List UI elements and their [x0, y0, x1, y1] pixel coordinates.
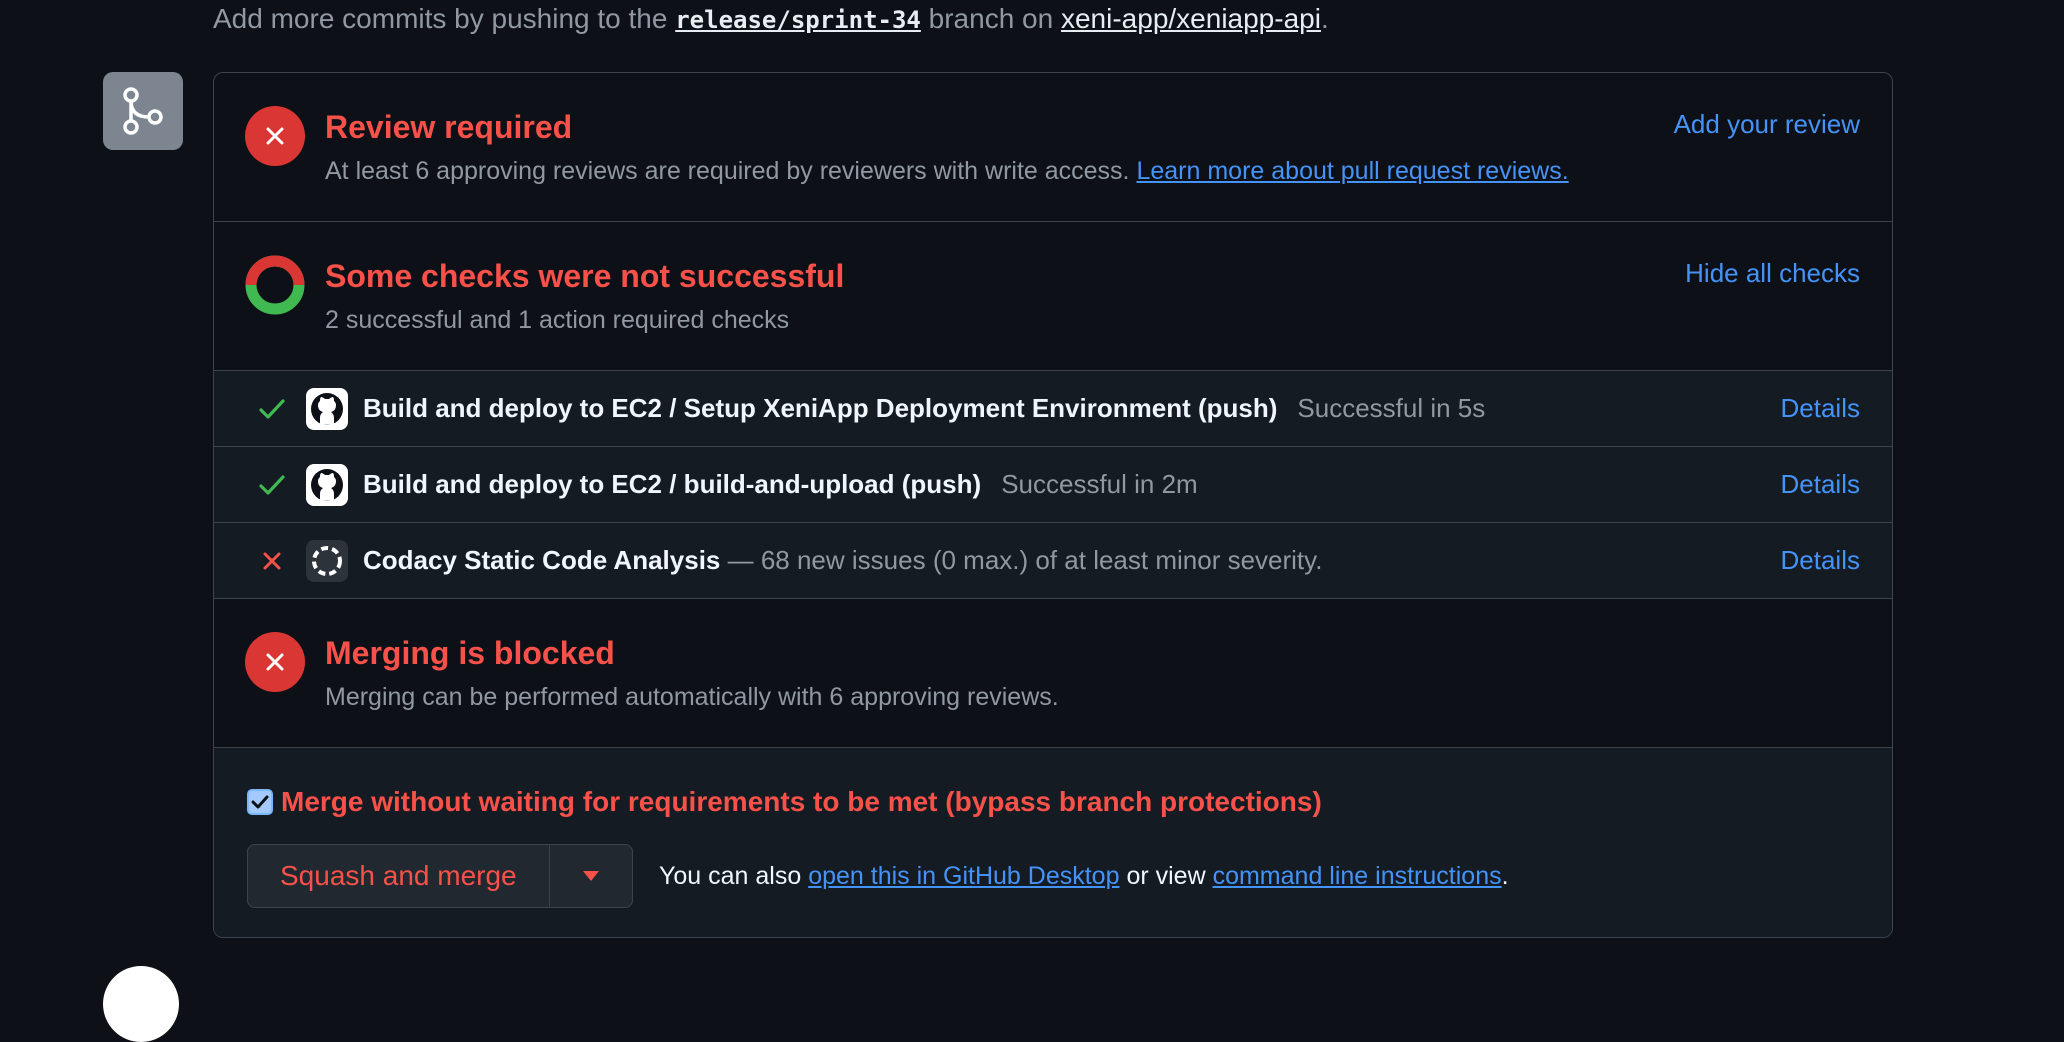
x-circle-icon: [245, 632, 305, 692]
open-in-desktop-link[interactable]: open this in GitHub Desktop: [808, 862, 1119, 890]
bypass-option[interactable]: Merge without waiting for requirements t…: [247, 786, 1322, 818]
merge-hint: You can also open this in GitHub Desktop…: [659, 862, 1509, 891]
push-hint-suffix: .: [1320, 3, 1329, 34]
merge-hint-middle: or view: [1126, 862, 1206, 890]
check-row: Build and deploy to EC2 / build-and-uplo…: [214, 447, 1892, 523]
github-logo-icon: [306, 388, 348, 430]
donut-status-icon: [245, 255, 305, 315]
merging-blocked-section: Merging is blocked Merging can be perfor…: [214, 599, 1892, 748]
learn-more-reviews-link[interactable]: Learn more about pull request reviews.: [1136, 157, 1568, 185]
check-row: Codacy Static Code Analysis — 68 new iss…: [214, 523, 1892, 599]
check-details-link[interactable]: Details: [1781, 469, 1860, 500]
review-required-title: Review required: [325, 109, 573, 145]
merge-hint-suffix: .: [1501, 862, 1509, 890]
github-logo-icon: [306, 464, 348, 506]
merging-blocked-description: Merging can be performed automatically w…: [325, 683, 1059, 711]
check-details-link[interactable]: Details: [1781, 545, 1860, 576]
check-name: Codacy Static Code Analysis — 68 new iss…: [363, 545, 1322, 576]
merge-method-dropdown[interactable]: [550, 845, 632, 907]
review-required-section: Review required At least 6 approving rev…: [214, 73, 1892, 222]
checks-summary: 2 successful and 1 action required check…: [325, 306, 790, 334]
check-icon: [258, 471, 286, 499]
codacy-logo-icon: [306, 540, 348, 582]
check-status-text: Successful in 5s: [1297, 393, 1486, 423]
check-title: Build and deploy to EC2 / build-and-uplo…: [363, 469, 982, 499]
merge-hint-prefix: You can also: [659, 862, 802, 890]
review-description-text: At least 6 approving reviews are require…: [325, 157, 1130, 185]
checks-title: Some checks were not successful: [325, 258, 845, 294]
check-row: Build and deploy to EC2 / Setup XeniApp …: [214, 371, 1892, 447]
checks-section: Some checks were not successful 2 succes…: [214, 222, 1892, 371]
avatar[interactable]: [103, 966, 179, 1042]
command-line-instructions-link[interactable]: command line instructions: [1213, 862, 1502, 890]
merge-box: Review required At least 6 approving rev…: [213, 72, 1893, 938]
check-icon: [258, 395, 286, 423]
git-merge-icon: [103, 72, 183, 150]
hide-all-checks-link[interactable]: Hide all checks: [1685, 258, 1860, 289]
repo-link[interactable]: xeni-app/xeniapp-api: [1061, 3, 1321, 34]
check-status-text: Successful in 2m: [1001, 469, 1198, 499]
add-your-review-link[interactable]: Add your review: [1674, 109, 1860, 140]
push-hint: Add more commits by pushing to the relea…: [213, 0, 1329, 38]
bypass-label[interactable]: Merge without waiting for requirements t…: [281, 786, 1322, 818]
check-status-text: — 68 new issues (0 max.) of at least min…: [727, 545, 1323, 575]
bypass-checkbox[interactable]: [247, 789, 273, 815]
push-hint-prefix: Add more commits by pushing to the: [213, 3, 668, 34]
merge-controls: Merge without waiting for requirements t…: [214, 748, 1892, 937]
merging-blocked-title: Merging is blocked: [325, 635, 615, 671]
x-circle-icon: [245, 106, 305, 166]
x-icon: [258, 547, 286, 575]
check-name: Build and deploy to EC2 / Setup XeniApp …: [363, 393, 1485, 424]
review-required-description: At least 6 approving reviews are require…: [325, 157, 1569, 186]
check-details-link[interactable]: Details: [1781, 393, 1860, 424]
check-title: Codacy Static Code Analysis: [363, 545, 721, 575]
check-title: Build and deploy to EC2 / Setup XeniApp …: [363, 393, 1278, 423]
merge-button-group: Squash and merge: [247, 844, 633, 908]
push-hint-middle: branch on: [928, 3, 1054, 34]
triangle-down-icon: [582, 871, 599, 881]
branch-name[interactable]: release/sprint-34: [675, 6, 921, 34]
check-name: Build and deploy to EC2 / build-and-uplo…: [363, 469, 1198, 500]
squash-and-merge-button[interactable]: Squash and merge: [248, 845, 550, 907]
